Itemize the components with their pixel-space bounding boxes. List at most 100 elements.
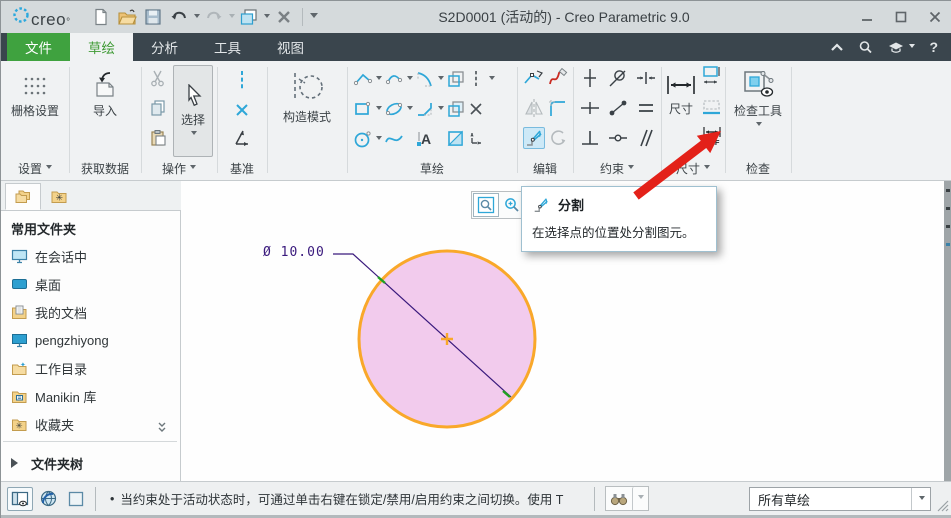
close-window-button[interactable] <box>272 5 296 29</box>
close-button[interactable] <box>918 3 951 31</box>
group-label-settings[interactable]: 设置 <box>1 160 69 177</box>
construction-mode-button[interactable]: 构造模式 <box>271 69 343 125</box>
fillet-dropdown-arrow[interactable] <box>435 75 446 83</box>
undo-dropdown-arrow[interactable] <box>194 13 200 21</box>
folder-browser-tab[interactable] <box>5 183 41 210</box>
ellipse-dropdown-arrow[interactable] <box>404 105 415 113</box>
help-button[interactable]: ? <box>929 39 938 55</box>
sidebar-item-manikin-library[interactable]: Manikin 库 <box>1 382 180 410</box>
paste-button[interactable] <box>147 127 169 149</box>
group-label-operations[interactable]: 操作 <box>141 160 217 177</box>
collapse-ribbon-button[interactable] <box>830 42 844 52</box>
centerline-button[interactable] <box>231 69 253 91</box>
learning-center-button[interactable] <box>887 41 916 54</box>
sidebar-item-my-documents[interactable]: 我的文档 <box>1 298 180 326</box>
open-file-button[interactable] <box>115 5 139 29</box>
sidebar-item-favorites[interactable]: ✳ 收藏夹 <box>1 410 180 438</box>
vertical-constraint-button[interactable] <box>579 67 601 89</box>
coincident-constraint-button[interactable] <box>607 97 629 119</box>
windows-dropdown-arrow[interactable] <box>264 13 270 21</box>
coordinate-system2-button[interactable] <box>466 129 486 149</box>
save-button[interactable] <box>141 5 165 29</box>
new-file-button[interactable] <box>89 5 113 29</box>
horizontal-constraint-button[interactable] <box>579 97 601 119</box>
dimension-value[interactable]: Ø 10.00 <box>263 245 325 260</box>
filter-combobox[interactable]: 所有草绘 <box>749 487 931 511</box>
perpendicular-constraint-button[interactable] <box>579 127 601 149</box>
tab-file[interactable]: 文件 <box>7 33 70 61</box>
text-button[interactable]: A <box>415 129 435 149</box>
grid-settings-button[interactable]: 栅格设置 <box>3 73 67 119</box>
point-button[interactable] <box>231 99 253 121</box>
tab-tools[interactable]: 工具 <box>196 33 259 61</box>
baseline-dimension-button[interactable] <box>701 97 723 119</box>
import-button[interactable]: 导入 <box>73 71 137 119</box>
mirror-button[interactable] <box>523 97 545 119</box>
tab-analysis[interactable]: 分析 <box>133 33 196 61</box>
symmetric-constraint-button[interactable] <box>607 127 629 149</box>
delete-segment-button[interactable] <box>547 67 569 89</box>
group-label-dimension[interactable]: 尺寸 <box>661 160 725 177</box>
right-panel-strip[interactable] <box>944 181 951 481</box>
filter-dropdown-button[interactable] <box>911 488 930 510</box>
tangent-constraint-button[interactable] <box>607 67 629 89</box>
redo-dropdown-arrow[interactable] <box>229 13 235 21</box>
project-button[interactable] <box>446 129 466 149</box>
offset-button[interactable] <box>446 69 466 89</box>
undo-button[interactable] <box>167 5 191 29</box>
divide-button[interactable] <box>523 127 545 149</box>
elliptical-fillet-button[interactable] <box>415 69 435 89</box>
line-dropdown-arrow[interactable] <box>373 75 384 83</box>
chamfer-button[interactable] <box>415 99 435 119</box>
equal-constraint-button[interactable] <box>635 97 657 119</box>
corner-button[interactable] <box>547 97 569 119</box>
sidebar-item-desktop[interactable]: 桌面 <box>1 270 180 298</box>
rotate-resize-button[interactable] <box>547 127 569 149</box>
perimeter-dimension-button[interactable] <box>701 65 723 87</box>
select-button[interactable]: 选择 <box>173 65 213 157</box>
point2-button[interactable] <box>466 100 486 118</box>
rectangle-button[interactable] <box>353 99 373 119</box>
toggle-navigator-button[interactable] <box>7 486 33 511</box>
copy-button[interactable] <box>147 97 169 119</box>
line-button[interactable] <box>353 69 373 89</box>
web-browser-button[interactable] <box>35 487 61 511</box>
sketch-canvas[interactable]: Ø 10.00 分割 在选择点的位置处分割图元。 <box>181 131 944 481</box>
redo-button[interactable] <box>202 5 226 29</box>
chamfer-dropdown-arrow[interactable] <box>435 105 446 113</box>
sidebar-item-in-session[interactable]: 在会话中 <box>1 242 180 270</box>
favorites-tab[interactable]: ✳ <box>41 183 77 210</box>
minimize-button[interactable] <box>850 3 884 31</box>
tab-view[interactable]: 视图 <box>259 33 322 61</box>
group-label-constrain[interactable]: 约束 <box>573 160 661 177</box>
dimension-button[interactable]: 尺寸 <box>663 73 699 117</box>
collapse-list-button[interactable] <box>156 421 168 433</box>
spline-button[interactable] <box>384 129 404 149</box>
arc-dropdown-arrow[interactable] <box>404 75 415 83</box>
tab-sketch[interactable]: 草绘 <box>70 33 133 61</box>
coordinate-system-button[interactable] <box>231 127 253 149</box>
sidebar-item-working-directory[interactable]: ✦ 工作目录 <box>1 354 180 382</box>
thicken-button[interactable] <box>446 99 466 119</box>
reference-dimension-button[interactable]: REF <box>701 125 723 147</box>
find-button[interactable] <box>606 487 632 511</box>
resize-grip[interactable] <box>937 500 949 512</box>
inspect-tools-button[interactable]: 检查工具 <box>730 67 786 129</box>
rectangle-dropdown-arrow[interactable] <box>373 105 384 113</box>
customize-toolbar-arrow[interactable] <box>310 13 318 21</box>
parallel-constraint-button[interactable] <box>635 127 657 149</box>
command-search-button[interactable] <box>858 40 873 55</box>
folder-tree-toggle[interactable]: 文件夹树 <box>1 449 180 477</box>
regenerate-windows-button[interactable] <box>237 5 261 29</box>
circle-button[interactable] <box>353 129 373 149</box>
centerline2-button[interactable] <box>466 69 486 89</box>
ellipse-button[interactable] <box>384 99 404 119</box>
circle-dropdown-arrow[interactable] <box>373 135 384 143</box>
zoom-region-button[interactable] <box>473 193 499 217</box>
find-dropdown-button[interactable] <box>632 486 648 511</box>
maximize-button[interactable] <box>884 3 918 31</box>
model-tree-button[interactable] <box>63 487 89 511</box>
sidebar-item-computer[interactable]: pengzhiyong <box>1 326 180 354</box>
sketch-more-dropdown-arrow[interactable] <box>486 75 497 83</box>
arc-button[interactable] <box>384 69 404 89</box>
